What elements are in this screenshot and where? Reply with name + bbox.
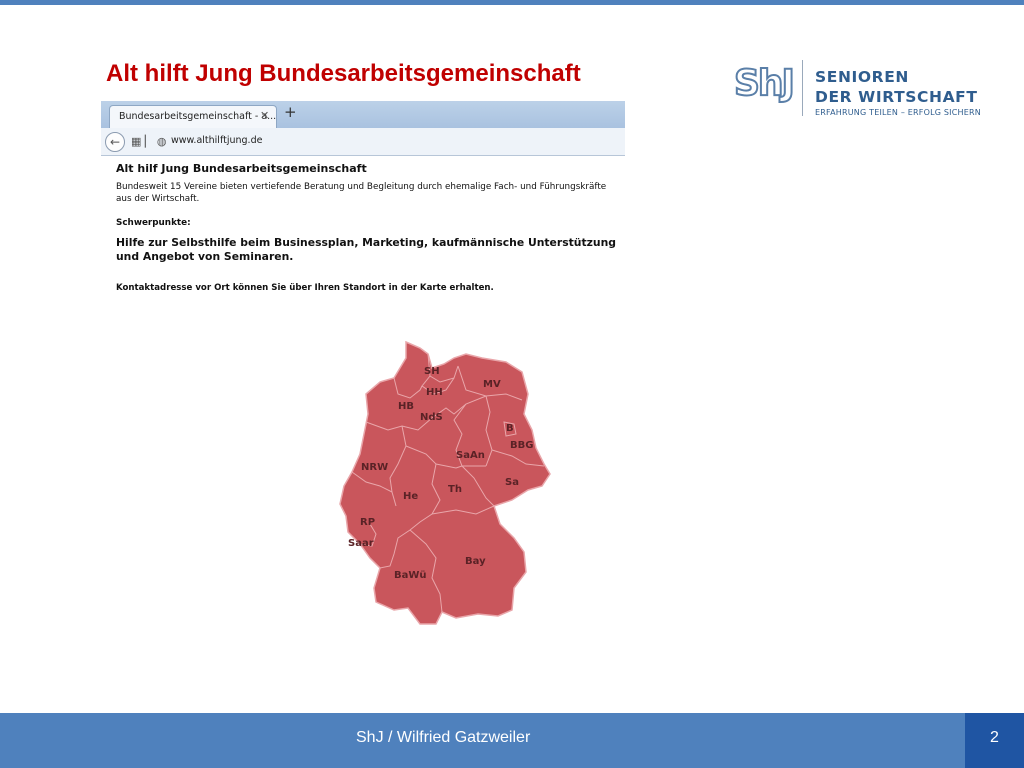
germany-map-shape: [339, 340, 551, 625]
logo-line2: DER WIRTSCHAFT: [815, 88, 978, 106]
region-label-he[interactable]: He: [403, 491, 418, 502]
region-label-b[interactable]: B: [506, 423, 514, 434]
region-label-saar[interactable]: Saar: [348, 538, 374, 549]
web-page-body-text: Bundesweit 15 Vereine bieten vertiefende…: [116, 182, 607, 204]
new-tab-icon[interactable]: +: [284, 105, 297, 120]
web-page-heading: Alt hilf Jung Bundesarbeitsgemeinschaft: [116, 162, 367, 175]
browser-tab-title: Bundesarbeitsgemeinschaft - a...: [119, 111, 277, 122]
browser-tab-strip: Bundesarbeitsgemeinschaft - a... ✕ +: [101, 101, 625, 128]
region-label-bay[interactable]: Bay: [465, 556, 486, 567]
region-label-sh[interactable]: SH: [424, 366, 440, 377]
logo: ShJ SENIOREN DER WIRTSCHAFT ERFAHRUNG TE…: [733, 60, 984, 120]
close-tab-icon[interactable]: ✕: [260, 109, 269, 122]
contact-text: Kontaktadresse vor Ort können Sie über I…: [116, 283, 494, 293]
logo-divider: [802, 60, 803, 116]
focus-text: Hilfe zur Selbsthilfe beim Businessplan,…: [116, 236, 617, 263]
footer-text: ShJ / Wilfried Gatzweiler: [356, 729, 531, 746]
browser-screenshot: Bundesarbeitsgemeinschaft - a... ✕ + ← ▦…: [101, 101, 625, 301]
page-number: 2: [990, 729, 999, 746]
browser-tab[interactable]: Bundesarbeitsgemeinschaft - a... ✕: [109, 105, 277, 128]
logo-line1: SENIOREN: [815, 68, 909, 86]
region-label-th[interactable]: Th: [448, 484, 462, 495]
region-label-bawu[interactable]: BaWü: [394, 570, 427, 581]
region-label-hh[interactable]: HH: [426, 387, 443, 398]
region-label-nds[interactable]: NdS: [420, 412, 443, 423]
germany-map: SH HH MV HB NdS B BBG SaAn NRW Sa Th He …: [336, 338, 554, 628]
logo-tagline: ERFAHRUNG TEILEN – ERFOLG SICHERN: [815, 108, 981, 117]
logo-mark: ShJ: [733, 63, 796, 104]
page-icons: ▦ ▏ ◍: [131, 135, 166, 148]
region-label-rp[interactable]: RP: [360, 517, 375, 528]
region-label-sa[interactable]: Sa: [505, 477, 519, 488]
region-label-saan[interactable]: SaAn: [456, 450, 485, 461]
top-accent-bar: [0, 0, 1024, 5]
slide-title: Alt hilft Jung Bundesarbeitsgemeinschaft: [106, 60, 581, 87]
separator-icon: ▏: [144, 135, 154, 148]
globe-icon: ◍: [156, 135, 167, 148]
site-info-icon[interactable]: ▦: [131, 135, 141, 148]
browser-nav-bar: ← ▦ ▏ ◍ www.althilftjung.de: [101, 128, 625, 156]
region-label-mv[interactable]: MV: [483, 379, 501, 390]
region-label-nrw[interactable]: NRW: [361, 462, 388, 473]
back-arrow-icon[interactable]: ←: [105, 132, 125, 152]
focus-label: Schwerpunkte:: [116, 218, 191, 228]
region-label-bbg[interactable]: BBG: [510, 440, 533, 451]
address-bar[interactable]: www.althilftjung.de: [171, 135, 262, 146]
region-label-hb[interactable]: HB: [398, 401, 414, 412]
